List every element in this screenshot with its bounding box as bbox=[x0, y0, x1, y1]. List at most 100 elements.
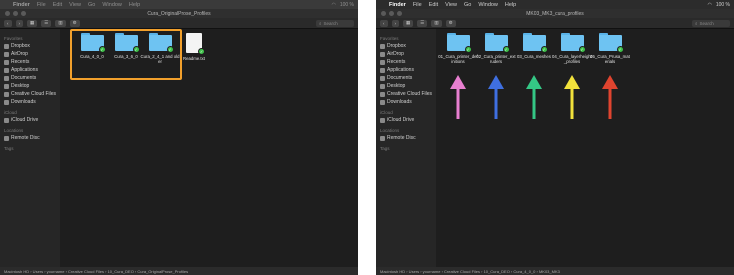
search-icon: ⌕ bbox=[695, 20, 698, 26]
orange-highlight-box bbox=[70, 29, 182, 80]
menu-app-name[interactable]: Finder bbox=[389, 2, 406, 8]
menu-bar: Finder File Edit View Go Window Help ◠ 1… bbox=[376, 0, 734, 9]
creative-cloud-icon bbox=[380, 91, 385, 97]
view-list-button[interactable]: ☰ bbox=[417, 19, 428, 27]
text-document-icon: ✓ bbox=[186, 33, 205, 55]
yellow-arrow-icon bbox=[564, 75, 580, 119]
sidebar-item-recents[interactable]: Recents bbox=[4, 58, 60, 66]
sidebar-item-dropbox[interactable]: Dropbox bbox=[380, 42, 436, 50]
airdrop-icon bbox=[4, 51, 9, 57]
sidebar-item-creative-cloud[interactable]: Creative Cloud Files bbox=[380, 90, 436, 98]
sidebar-item-label: Downloads bbox=[387, 99, 412, 105]
action-gear-icon[interactable]: ⚙ bbox=[69, 19, 80, 27]
path-bar[interactable]: Macintosh HD › Users › yourname › Creati… bbox=[0, 267, 358, 275]
sidebar-item-remote-disc[interactable]: Remote Disc bbox=[4, 134, 60, 142]
window-title: MK03_MK3_cura_profiles bbox=[526, 10, 584, 17]
cloud-icon bbox=[4, 117, 9, 123]
applications-icon bbox=[4, 67, 9, 73]
battery-label[interactable]: 100 % bbox=[340, 2, 354, 8]
sidebar-item-applications[interactable]: Applications bbox=[380, 66, 436, 74]
menu-file[interactable]: File bbox=[37, 2, 46, 8]
sidebar-item-label: Applications bbox=[11, 67, 38, 73]
documents-icon bbox=[380, 75, 385, 81]
menu-view[interactable]: View bbox=[445, 2, 457, 8]
forward-button[interactable]: › bbox=[15, 19, 23, 27]
recents-icon bbox=[380, 59, 385, 65]
sidebar: Favorites Dropbox AirDrop Recents Applic… bbox=[0, 29, 60, 267]
annotation-arrows bbox=[450, 75, 618, 119]
view-icons-button[interactable]: ▦ bbox=[403, 19, 414, 27]
sidebar-item-applications[interactable]: Applications bbox=[4, 66, 60, 74]
blue-arrow-icon bbox=[488, 75, 504, 119]
sidebar-header-icloud: iCloud bbox=[380, 110, 393, 115]
sidebar-header-locations: Locations bbox=[380, 128, 400, 133]
sidebar-item-remote-disc[interactable]: Remote Disc bbox=[380, 134, 436, 142]
cloud-icon bbox=[380, 117, 385, 123]
documents-icon bbox=[4, 75, 9, 81]
sidebar-header-tags: Tags bbox=[4, 146, 14, 151]
menu-help[interactable]: Help bbox=[129, 2, 140, 8]
path-bar[interactable]: Macintosh HD › Users › yourname › Creati… bbox=[376, 267, 734, 275]
menu-view[interactable]: View bbox=[69, 2, 81, 8]
sidebar-item-icloud-drive[interactable]: iCloud Drive bbox=[4, 116, 60, 124]
disc-icon bbox=[380, 135, 385, 141]
sidebar-item-label: Dropbox bbox=[387, 43, 406, 49]
sidebar-item-desktop[interactable]: Desktop bbox=[380, 82, 436, 90]
title-bar: MK03_MK3_cura_profiles bbox=[376, 9, 734, 18]
sidebar-header-tags: Tags bbox=[380, 146, 390, 151]
file-area: ✓ Cura_4_0_0 ✓ Cura_3_6_0 ✓ Cura_2_4_1 a… bbox=[60, 29, 358, 267]
view-columns-button[interactable]: ▥ bbox=[55, 19, 66, 27]
wifi-icon[interactable]: ◠ bbox=[331, 2, 335, 8]
menu-edit[interactable]: Edit bbox=[429, 2, 438, 8]
menu-go[interactable]: Go bbox=[88, 2, 95, 8]
search-field[interactable]: ⌕ Search bbox=[316, 19, 354, 27]
menu-go[interactable]: Go bbox=[464, 2, 471, 8]
sidebar-item-desktop[interactable]: Desktop bbox=[4, 82, 60, 90]
sidebar-item-label: Desktop bbox=[11, 83, 30, 89]
sidebar-item-documents[interactable]: Documents bbox=[380, 74, 436, 82]
menu-bar: Finder File Edit View Go Window Help ◠ 1… bbox=[0, 0, 358, 9]
battery-label[interactable]: 100 % bbox=[716, 2, 730, 8]
menu-file[interactable]: File bbox=[413, 2, 422, 8]
menu-window[interactable]: Window bbox=[478, 2, 498, 8]
menu-edit[interactable]: Edit bbox=[53, 2, 62, 8]
desktop-icon bbox=[4, 83, 9, 89]
sidebar-item-label: Creative Cloud Files bbox=[11, 91, 57, 97]
sidebar-item-icloud-drive[interactable]: iCloud Drive bbox=[380, 116, 436, 124]
sidebar-header-locations: Locations bbox=[4, 128, 24, 133]
sidebar-item-downloads[interactable]: Downloads bbox=[4, 98, 60, 106]
action-gear-icon[interactable]: ⚙ bbox=[445, 19, 456, 27]
creative-cloud-icon bbox=[4, 91, 9, 97]
sidebar-item-documents[interactable]: Documents bbox=[4, 74, 60, 82]
search-placeholder: Search bbox=[323, 20, 338, 26]
file-area: ✓ 01_Cura_printer_definitions ✓ 02_Cura_… bbox=[436, 29, 734, 267]
view-icons-button[interactable]: ▦ bbox=[27, 19, 38, 27]
sidebar-item-downloads[interactable]: Downloads bbox=[380, 98, 436, 106]
view-list-button[interactable]: ☰ bbox=[41, 19, 52, 27]
wifi-icon[interactable]: ◠ bbox=[707, 2, 711, 8]
green-arrow-icon bbox=[526, 75, 542, 119]
sidebar-item-dropbox[interactable]: Dropbox bbox=[4, 42, 60, 50]
sidebar-item-creative-cloud[interactable]: Creative Cloud Files bbox=[4, 90, 60, 98]
desktop-icon bbox=[380, 83, 385, 89]
sidebar-header-favorites: Favorites bbox=[380, 36, 399, 41]
search-field[interactable]: ⌕ Search bbox=[692, 19, 730, 27]
disc-icon bbox=[4, 135, 9, 141]
view-columns-button[interactable]: ▥ bbox=[431, 19, 442, 27]
sidebar: Favorites Dropbox AirDrop Recents Applic… bbox=[376, 29, 436, 267]
sidebar-item-airdrop[interactable]: AirDrop bbox=[380, 50, 436, 58]
sidebar-item-label: Recents bbox=[11, 59, 30, 65]
dropbox-icon bbox=[380, 43, 385, 49]
pink-arrow-icon bbox=[450, 75, 466, 119]
back-button[interactable]: ‹ bbox=[380, 19, 388, 27]
back-button[interactable]: ‹ bbox=[4, 19, 12, 27]
sidebar-item-label: Documents bbox=[11, 75, 37, 81]
menu-app-name[interactable]: Finder bbox=[13, 2, 30, 8]
menu-window[interactable]: Window bbox=[102, 2, 122, 8]
sync-check-icon: ✓ bbox=[198, 48, 205, 55]
sidebar-item-label: Downloads bbox=[11, 99, 36, 105]
forward-button[interactable]: › bbox=[391, 19, 399, 27]
sidebar-item-recents[interactable]: Recents bbox=[380, 58, 436, 66]
sidebar-item-airdrop[interactable]: AirDrop bbox=[4, 50, 60, 58]
menu-help[interactable]: Help bbox=[505, 2, 516, 8]
